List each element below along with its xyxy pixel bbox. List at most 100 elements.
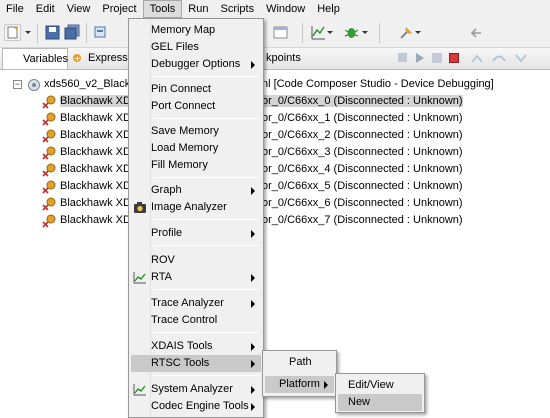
step-icon[interactable] <box>398 53 407 62</box>
expressions-icon: + <box>71 52 84 65</box>
submenu-arrow-icon <box>251 403 255 411</box>
submenu-arrow-icon <box>251 274 255 282</box>
menu-bar: File Edit View Project Tools Run Scripts Window… <box>0 0 550 18</box>
menu-item-edit-view[interactable]: Edit/View <box>338 377 422 394</box>
pin-icon[interactable] <box>398 24 415 41</box>
tab-variables[interactable]: Variables <box>2 48 68 69</box>
disconnected-core-icon <box>42 146 56 160</box>
menu-help[interactable]: Help <box>311 0 346 18</box>
tree-node-status[interactable]: or_0/C66xx_7 (Disconnected : Unknown) <box>262 212 463 229</box>
tree-node-label: Blackhawk XDS <box>60 146 139 158</box>
tree-node-status[interactable]: or_0/C66xx_2 (Disconnected : Unknown) <box>262 127 463 144</box>
toolbar-separator <box>379 23 380 43</box>
menu-item-path[interactable]: Path <box>265 354 334 371</box>
menu-item-gel-files[interactable]: GEL Files <box>131 39 261 56</box>
tree-node[interactable]: Blackhawk XDS <box>60 195 138 212</box>
submenu-arrow-icon <box>251 300 255 308</box>
tab-variables-label: Variables <box>23 53 69 65</box>
resume-icon[interactable] <box>416 53 424 63</box>
menu-item-profile[interactable]: Profile <box>131 225 261 242</box>
step-over-icon[interactable] <box>492 52 506 67</box>
menu-item-graph[interactable]: Graph <box>131 182 261 199</box>
tree-node[interactable]: Blackhawk XDS <box>60 178 138 195</box>
tree-node[interactable]: Blackhawk XDS <box>60 127 138 144</box>
menu-item-load-memory[interactable]: Load Memory <box>131 140 261 157</box>
toolbar <box>0 18 550 48</box>
menu-item-new[interactable]: New <box>338 394 422 411</box>
menu-item-trace-analyzer[interactable]: Trace Analyzer <box>131 295 261 312</box>
menu-item-memory-map[interactable]: Memory Map <box>131 22 261 39</box>
launch-config-icon <box>27 78 40 91</box>
rtsc-tools-submenu: Path Platform <box>262 350 337 397</box>
submenu-arrow-icon <box>324 381 328 389</box>
tree-node[interactable]: Blackhawk XDS <box>60 161 138 178</box>
new-file-icon[interactable] <box>4 24 21 41</box>
menu-file[interactable]: File <box>0 0 30 18</box>
dropdown-arrow-icon[interactable] <box>326 24 343 41</box>
dropdown-arrow-icon[interactable] <box>414 24 431 41</box>
menu-item-rta[interactable]: RTA <box>131 269 261 286</box>
menu-item-port-connect[interactable]: Port Connect <box>131 98 261 115</box>
save-all-icon[interactable] <box>64 24 81 41</box>
graph-icon[interactable] <box>310 24 327 41</box>
tab-breakpoints-label: kpoints <box>266 52 301 64</box>
menu-item-rtsc-tools[interactable]: RTSC Tools <box>131 355 261 372</box>
menu-separator <box>153 76 259 77</box>
tree-node[interactable]: Blackhawk XDS <box>60 110 138 127</box>
tree-node-status[interactable]: or_0/C66xx_6 (Disconnected : Unknown) <box>262 195 463 212</box>
menu-item-image-analyzer[interactable]: Image Analyzer <box>131 199 261 216</box>
menu-item-platform[interactable]: Platform <box>265 376 334 393</box>
window-icon[interactable] <box>272 24 289 41</box>
submenu-arrow-icon <box>251 343 255 351</box>
tree-node-status[interactable]: or_0/C66xx_1 (Disconnected : Unknown) <box>262 110 463 127</box>
menu-item-trace-control[interactable]: Trace Control <box>131 312 261 329</box>
tree-node[interactable]: Blackhawk XDS <box>60 93 139 110</box>
menu-separator <box>153 177 259 178</box>
tab-breakpoints[interactable]: kpoints <box>262 48 305 69</box>
toolbar-separator <box>302 23 303 43</box>
menu-item-fill-memory[interactable]: Fill Memory <box>131 157 261 174</box>
menu-item-system-analyzer[interactable]: System Analyzer <box>131 381 261 398</box>
terminate-icon[interactable] <box>449 53 459 63</box>
svg-text:+: + <box>74 54 81 63</box>
tree-node-status[interactable]: or_0/C66xx_4 (Disconnected : Unknown) <box>262 161 463 178</box>
menu-separator <box>153 219 259 220</box>
menu-item-codec-engine-tools[interactable]: Codec Engine Tools <box>131 398 261 415</box>
menu-separator <box>153 118 259 119</box>
menu-item-debugger-options[interactable]: Debugger Options <box>131 56 261 73</box>
build-icon[interactable] <box>92 24 109 41</box>
tree-root[interactable]: xds560_v2_BlackH <box>44 76 138 93</box>
disconnected-core-icon <box>42 112 56 126</box>
menu-window[interactable]: Window <box>260 0 311 18</box>
disconnected-core-icon <box>42 214 56 228</box>
step-return-icon[interactable] <box>514 52 528 67</box>
debug-bug-icon[interactable] <box>343 24 360 41</box>
menu-edit[interactable]: Edit <box>30 0 61 18</box>
menu-item-rov[interactable]: ROV <box>131 252 261 269</box>
menu-separator <box>153 332 259 333</box>
save-icon[interactable] <box>44 24 61 41</box>
tree-node-status[interactable]: or_0/C66xx_0 (Disconnected : Unknown) <box>262 93 463 110</box>
menu-item-xdais-tools[interactable]: XDAIS Tools <box>131 338 261 355</box>
menu-item-save-memory[interactable]: Save Memory <box>131 123 261 140</box>
menu-separator <box>153 245 259 246</box>
menu-view[interactable]: View <box>61 0 97 18</box>
tab-expressions[interactable]: Expressi <box>84 48 134 69</box>
menu-run[interactable]: Run <box>182 0 214 18</box>
menu-project[interactable]: Project <box>96 0 142 18</box>
back-arrow-icon[interactable] <box>468 24 485 41</box>
dropdown-arrow-icon[interactable] <box>24 24 41 41</box>
tree-node-label: Blackhawk XDS <box>60 112 139 124</box>
tree-node[interactable]: Blackhawk XDS <box>60 212 138 229</box>
tools-menu: Memory Map GEL Files Debugger Options Pi… <box>128 18 264 418</box>
collapse-icon[interactable]: − <box>13 80 22 89</box>
menu-item-pin-connect[interactable]: Pin Connect <box>131 81 261 98</box>
tree-node-status[interactable]: or_0/C66xx_3 (Disconnected : Unknown) <box>262 144 463 161</box>
dropdown-arrow-icon[interactable] <box>361 24 378 41</box>
suspend-icon[interactable] <box>432 53 442 63</box>
step-into-icon[interactable] <box>470 52 484 67</box>
tree-node[interactable]: Blackhawk XDS <box>60 144 138 161</box>
tree-node-status[interactable]: or_0/C66xx_5 (Disconnected : Unknown) <box>262 178 463 195</box>
menu-tools[interactable]: Tools <box>142 0 183 18</box>
menu-scripts[interactable]: Scripts <box>214 0 260 18</box>
